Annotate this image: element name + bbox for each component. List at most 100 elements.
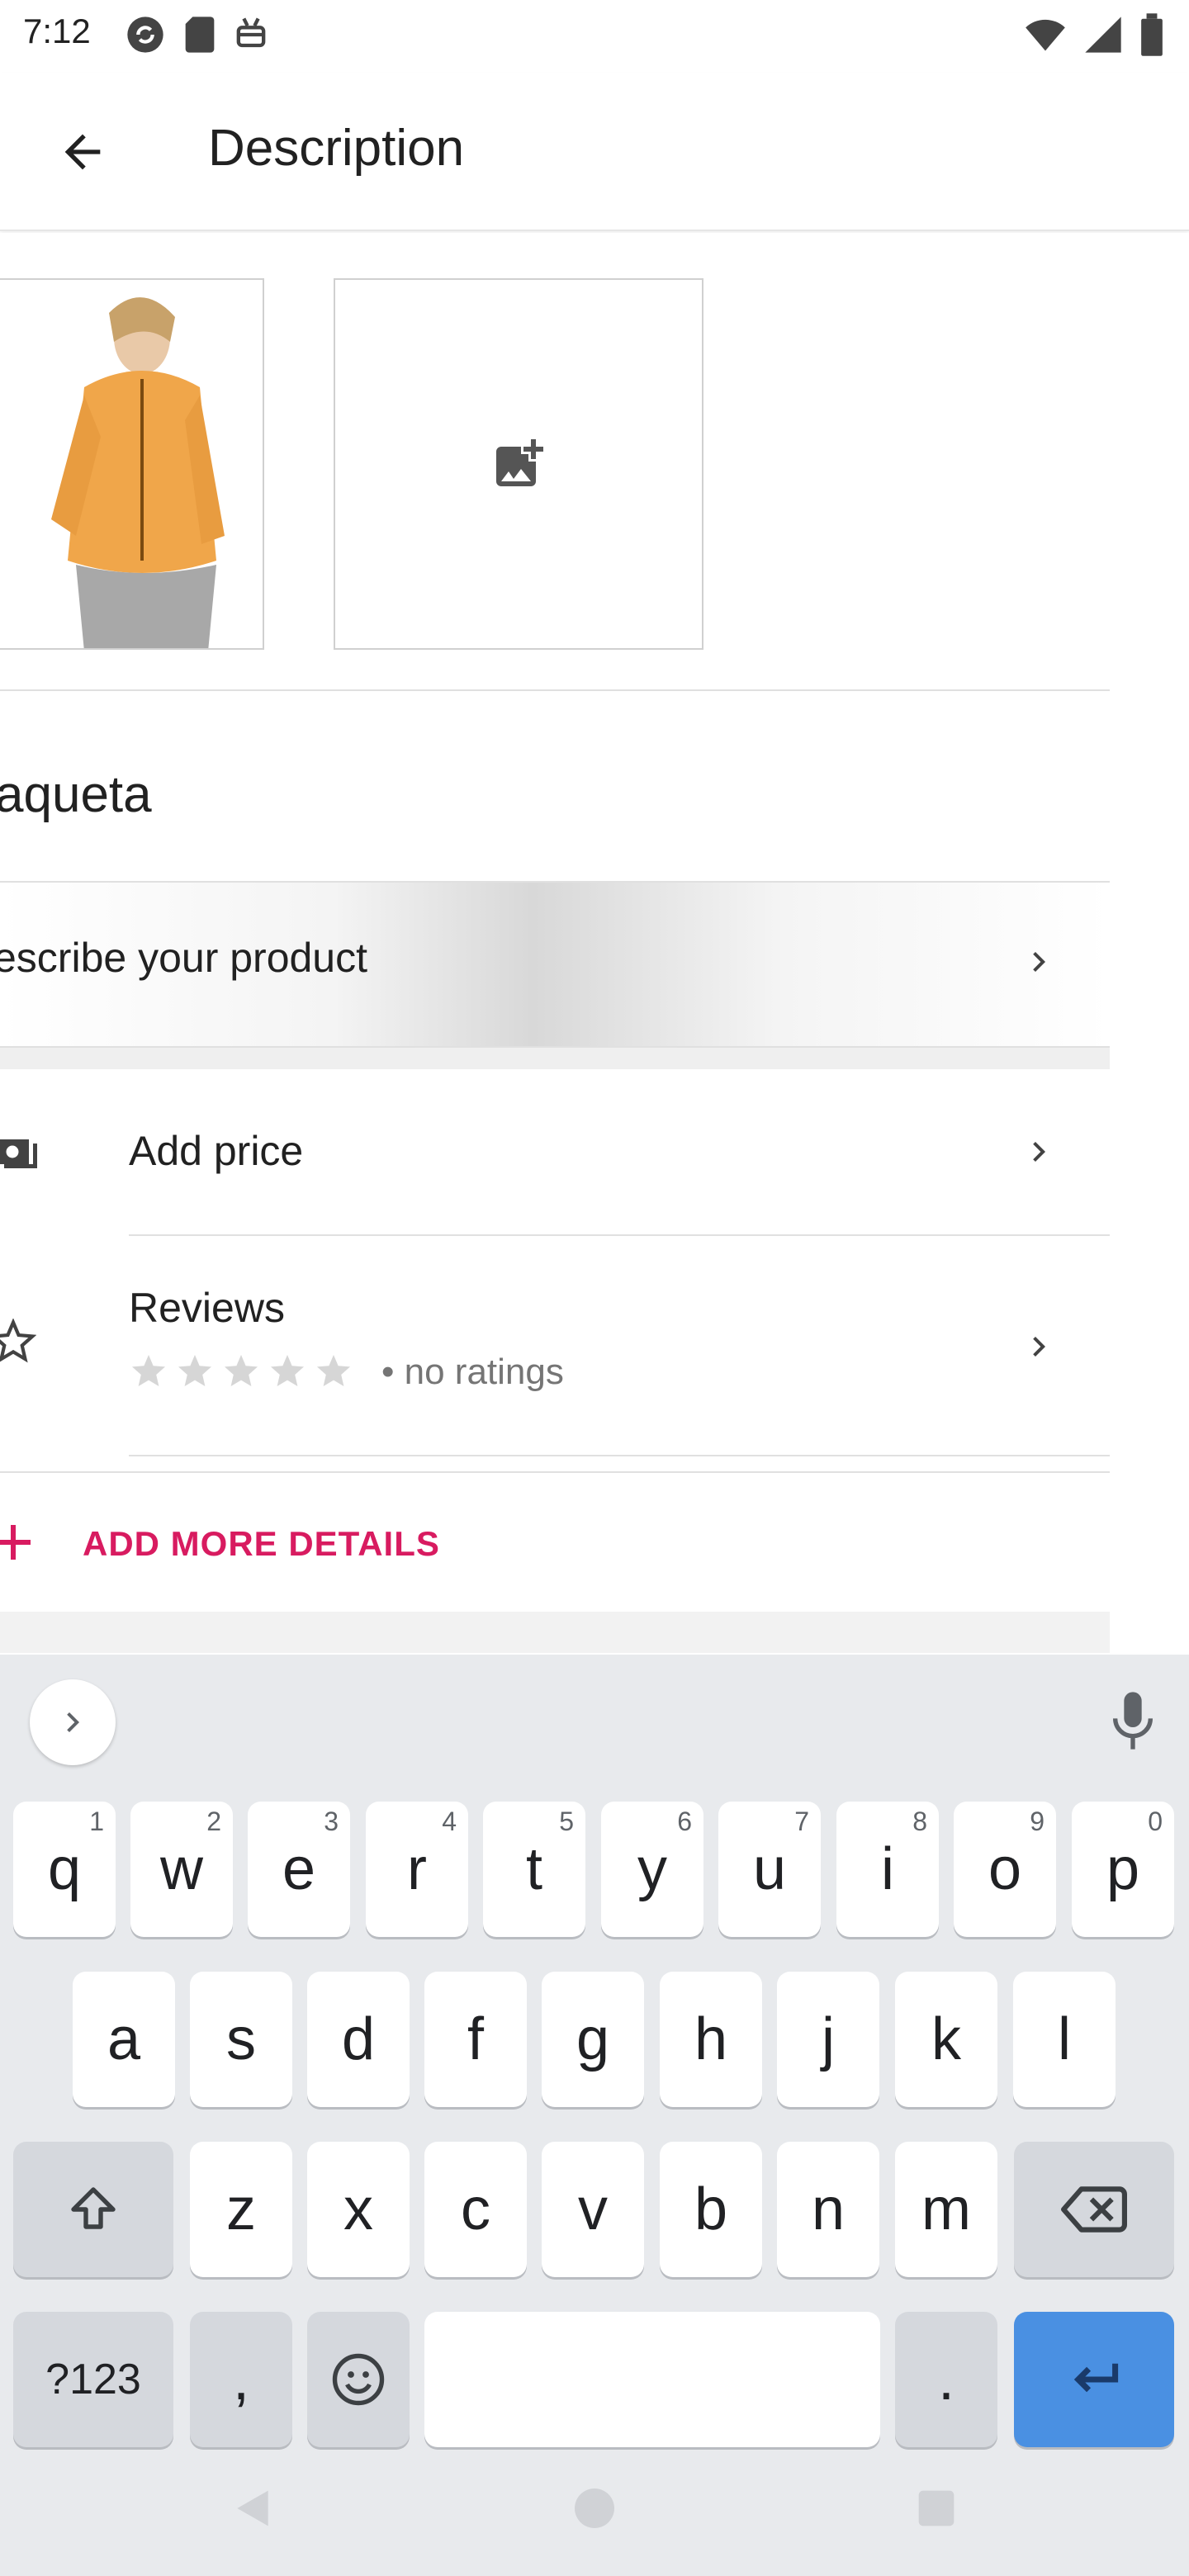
soft-keyboard: q1 w2 e3 r4 t5 y6 u7 i8 o9 p0 a s d f g … [0, 1655, 1189, 2576]
key-o[interactable]: o9 [954, 1802, 1056, 1937]
key-n[interactable]: n [777, 2142, 879, 2277]
key-hint: 0 [1148, 1807, 1163, 1836]
keyboard-expand-button[interactable] [30, 1679, 116, 1765]
emoji-key[interactable] [307, 2312, 410, 2447]
key-label: k [931, 2006, 961, 2072]
key-label: x [343, 2176, 373, 2242]
key-h[interactable]: h [660, 1972, 762, 2107]
reviews-label: Reviews [129, 1285, 285, 1331]
key-label: o [988, 1836, 1022, 1902]
voice-input-button[interactable] [1106, 1688, 1159, 1758]
comma-key[interactable]: , [190, 2312, 292, 2447]
star-icon [225, 1355, 258, 1386]
symbols-key[interactable]: ?123 [13, 2312, 173, 2447]
product-name-field[interactable]: aqueta [0, 691, 1110, 881]
cell-signal-icon [1085, 17, 1121, 53]
emoji-icon [332, 2353, 385, 2406]
shift-key[interactable] [13, 2142, 173, 2277]
key-i[interactable]: i8 [836, 1802, 939, 1937]
product-name: aqueta [0, 766, 152, 823]
key-e[interactable]: e3 [248, 1802, 350, 1937]
key-a[interactable]: a [73, 1972, 175, 2107]
nav-recents-icon[interactable] [910, 2482, 963, 2535]
status-time: 7:12 [23, 12, 91, 50]
key-k[interactable]: k [895, 1972, 997, 2107]
key-hint: 7 [794, 1807, 809, 1836]
status-bar: 7:12 [0, 0, 1189, 73]
key-v[interactable]: v [542, 2142, 644, 2277]
key-label: d [341, 2006, 376, 2072]
key-w[interactable]: w2 [130, 1802, 233, 1937]
key-x[interactable]: x [307, 2142, 410, 2277]
android-robot-icon [236, 17, 266, 48]
key-label: a [107, 2006, 141, 2072]
backspace-icon [1061, 2186, 1127, 2233]
key-p[interactable]: p0 [1072, 1802, 1174, 1937]
reviews-row[interactable]: Reviews • no ratings [0, 1236, 1110, 1459]
key-s[interactable]: s [190, 1972, 292, 2107]
key-m[interactable]: m [895, 2142, 997, 2277]
key-label: c [461, 2176, 490, 2242]
key-c[interactable]: c [424, 2142, 527, 2277]
key-t[interactable]: t5 [483, 1802, 585, 1937]
star-icon [317, 1355, 350, 1386]
key-label: p [1106, 1836, 1140, 1902]
page-title: Description [208, 120, 465, 177]
key-hint: 5 [559, 1807, 574, 1836]
nav-back-icon[interactable] [226, 2482, 279, 2535]
key-label: h [694, 2006, 728, 2072]
nav-home-icon[interactable] [568, 2482, 621, 2535]
key-f[interactable]: f [424, 1972, 527, 2107]
key-label: u [752, 1836, 787, 1902]
space-key[interactable] [424, 2312, 880, 2447]
backspace-key[interactable] [1014, 2142, 1174, 2277]
add-more-details-label: ADD MORE DETAILS [83, 1524, 440, 1563]
jacket-photo [0, 280, 263, 648]
key-label: m [921, 2176, 971, 2242]
star-icon [271, 1355, 304, 1386]
add-price-row[interactable]: Add price [0, 1069, 1110, 1234]
star-icon [132, 1355, 165, 1386]
key-u[interactable]: u7 [718, 1802, 821, 1937]
chevron-right-icon [67, 1712, 79, 1732]
wifi-icon [1026, 19, 1065, 51]
key-j[interactable]: j [777, 1972, 879, 2107]
period-key[interactable]: . [895, 2312, 997, 2447]
key-label: e [282, 1836, 316, 1902]
description-content: St aqueta escribe your product Add price… [0, 233, 1189, 1653]
back-button[interactable] [50, 119, 116, 185]
right-edge-panel [1110, 233, 1189, 1653]
key-label: q [47, 1836, 82, 1902]
key-d[interactable]: d [307, 1972, 410, 2107]
add-more-details-button[interactable]: ADD MORE DETAILS [0, 1473, 1110, 1612]
key-label: s [226, 2006, 256, 2072]
key-r[interactable]: r4 [366, 1802, 468, 1937]
key-l[interactable]: l [1013, 1972, 1116, 2107]
key-label: z [226, 2176, 256, 2242]
add-photo-button[interactable] [334, 278, 703, 650]
add-price-label: Add price [129, 1128, 304, 1174]
key-label: l [1058, 2006, 1071, 2072]
add-photo-icon [496, 439, 543, 486]
sd-card-icon [185, 17, 215, 53]
product-image[interactable] [0, 278, 264, 650]
key-label: . [937, 2346, 955, 2413]
enter-key[interactable] [1014, 2312, 1174, 2447]
sync-icon [127, 17, 163, 53]
key-q[interactable]: q1 [13, 1802, 116, 1937]
key-label: t [525, 1836, 542, 1902]
bottom-spacer [0, 1612, 1110, 1653]
key-y[interactable]: y6 [601, 1802, 703, 1937]
key-z[interactable]: z [190, 2142, 292, 2277]
key-g[interactable]: g [542, 1972, 644, 2107]
key-b[interactable]: b [660, 2142, 762, 2277]
rating-count-text: • no ratings [381, 1352, 564, 1392]
key-label: , [232, 2346, 249, 2413]
describe-product-row[interactable]: escribe your product [0, 883, 1110, 1046]
key-label: r [407, 1836, 427, 1902]
describe-product-label: escribe your product [0, 935, 368, 981]
app-bar: Description [0, 73, 1189, 231]
star-icon [178, 1355, 211, 1386]
key-hint: 2 [206, 1807, 221, 1836]
star-outline-icon [0, 1318, 37, 1369]
